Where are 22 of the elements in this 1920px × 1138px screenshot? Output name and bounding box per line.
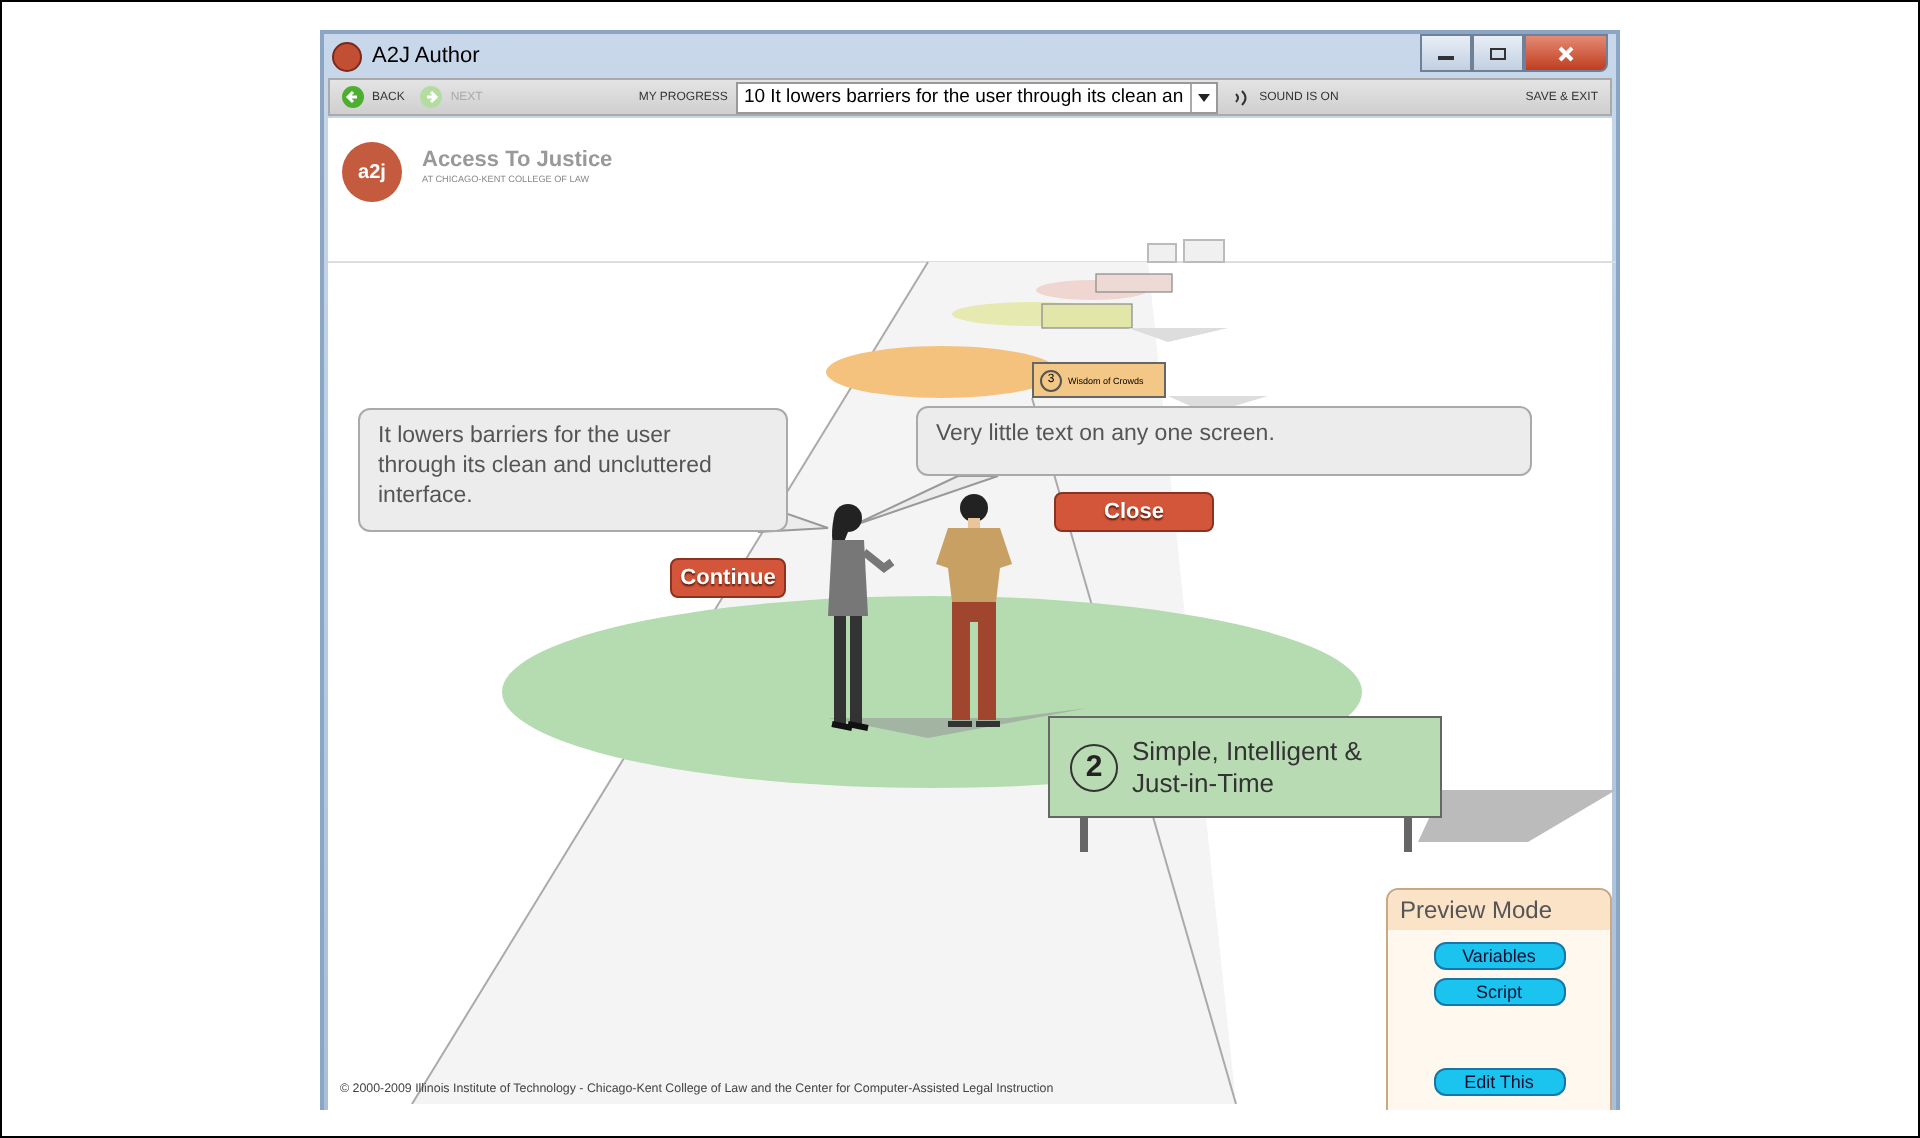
- maximize-icon: [1488, 45, 1508, 61]
- next-arrow-icon: [420, 86, 443, 108]
- preview-button[interactable]: Edit This: [1433, 1068, 1565, 1096]
- app-icon: [332, 41, 362, 71]
- minimize-button[interactable]: [1420, 34, 1472, 72]
- speech-bubble: It lowers barriers for the user through its clean and uncluttered interface.: [358, 408, 788, 532]
- site-title: Access To Justice: [422, 148, 613, 172]
- preview-button[interactable]: Variables: [1433, 942, 1565, 970]
- window-title: A2J Author: [372, 44, 480, 68]
- panel-title: Preview Mode: [1388, 890, 1610, 930]
- continue-button[interactable]: Continue: [670, 558, 786, 598]
- sound-icon: [1233, 87, 1252, 107]
- back-arrow-icon: [342, 86, 364, 108]
- number-badge: 2: [1070, 743, 1118, 791]
- sign-label: Simple, Intelligent & Just-in-Time: [1132, 735, 1364, 799]
- maximize-button[interactable]: [1472, 34, 1524, 72]
- close-button[interactable]: [1524, 34, 1608, 72]
- progress-dropdown[interactable]: 10 It lowers barriers for the user through its clean an: [735, 81, 1218, 113]
- preview-button[interactable]: Script: [1433, 978, 1565, 1006]
- close-icon: [1556, 45, 1576, 61]
- logo: a2j: [342, 142, 402, 202]
- close-button[interactable]: Close: [1054, 492, 1214, 532]
